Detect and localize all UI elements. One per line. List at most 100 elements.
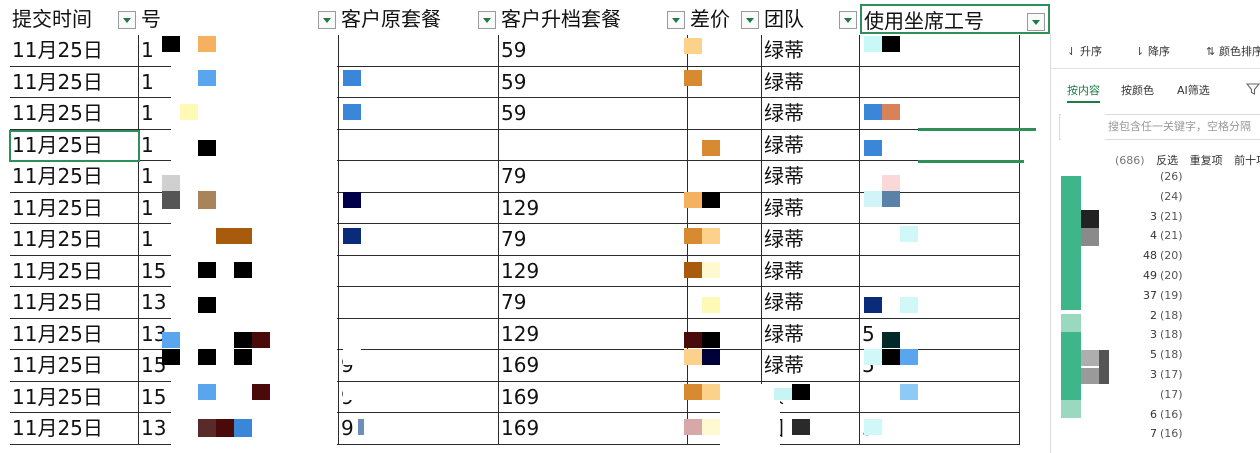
cell-team[interactable]: 绿蒂 [762, 98, 860, 130]
header-team[interactable]: 团队 [762, 4, 860, 34]
cell-upgrade-plan[interactable]: 79 [499, 161, 688, 193]
cell-upgrade-plan[interactable]: 59 [499, 66, 688, 98]
cell-submit-date[interactable]: 11月25日 [10, 318, 139, 350]
cell-original-plan[interactable] [339, 192, 499, 224]
cell-seat-id[interactable] [860, 255, 1020, 287]
cell-upgrade-plan[interactable]: 129 [499, 255, 688, 287]
tab-by-color[interactable]: 按颜色 [1121, 82, 1154, 98]
cell-upgrade-plan[interactable]: 59 [499, 35, 688, 67]
cell-submit-date[interactable]: 11月25日 [10, 35, 139, 67]
total-count: (686) [1115, 154, 1145, 167]
cell-price-difference[interactable] [688, 129, 762, 161]
value-label: 3 [1150, 328, 1157, 342]
cell-original-plan[interactable] [339, 255, 499, 287]
cell-upgrade-plan[interactable]: 79 [499, 287, 688, 319]
funnel-icon[interactable] [1246, 82, 1260, 96]
cell-team[interactable]: 绿蒂 [762, 224, 860, 256]
filter-value-item[interactable]: (26) [1141, 170, 1183, 183]
sort-descending-button[interactable]: ⇂ 降序 [1135, 43, 1170, 59]
cell-team[interactable]: 绿蒂 [762, 287, 860, 319]
cell-submit-date[interactable]: 11月25日 [10, 161, 139, 193]
cell-original-plan[interactable] [339, 129, 499, 161]
cell-upgrade-plan[interactable]: 129 [499, 192, 688, 224]
spreadsheet-grid[interactable]: 提交时间 号 客户原套餐 客户升档套餐 差价 团队 使用坐席工号 团队 11月2… [0, 0, 1050, 453]
cell-team[interactable]: 绿蒂 [762, 192, 860, 224]
cell-upgrade-plan[interactable]: 79 [499, 224, 688, 256]
invert-selection-button[interactable]: 反选 [1156, 154, 1178, 167]
cell-original-plan[interactable]: 9 [339, 350, 499, 382]
header-original-plan[interactable]: 客户原套餐 [339, 4, 499, 34]
filter-dropdown-icon[interactable] [741, 11, 759, 29]
tab-ai-filter[interactable]: AI筛选 [1177, 82, 1210, 98]
cell-original-plan[interactable] [339, 224, 499, 256]
cell-submit-date[interactable]: 11月25日 [10, 224, 139, 256]
filter-dropdown-icon[interactable] [118, 11, 136, 29]
cell-seat-id[interactable]: 5 [860, 413, 1020, 445]
cell-upgrade-plan[interactable]: 59 [499, 98, 688, 130]
filter-dropdown-icon[interactable] [667, 11, 685, 29]
redaction-block [864, 104, 882, 120]
cell-team[interactable]: 绿蒂 [762, 66, 860, 98]
cell-team[interactable]: 绿蒂 [762, 129, 860, 161]
cell-submit-date[interactable]: 11月25日 [10, 98, 139, 130]
cell-original-plan[interactable]: 9 [339, 381, 499, 413]
cell-original-plan[interactable] [339, 35, 499, 67]
cell-seat-id[interactable] [860, 66, 1020, 98]
filter-value-item[interactable]: 49 (20) [1141, 269, 1183, 282]
header-upgrade-plan[interactable]: 客户升档套餐 [499, 4, 688, 34]
sort-ascending-button[interactable]: ⇃ 升序 [1067, 43, 1102, 59]
cell-submit-date[interactable]: 11月25日 [10, 287, 139, 319]
header-phone[interactable]: 号 [139, 4, 339, 34]
cell-submit-date[interactable]: 11月25日 [10, 66, 139, 98]
cell-original-plan[interactable] [339, 287, 499, 319]
cell-seat-id[interactable] [860, 381, 1020, 413]
cell-submit-date[interactable]: 11月25日 [10, 192, 139, 224]
cell-submit-date[interactable]: 11月25日 [10, 413, 139, 445]
cell-team[interactable]: 绿蒂 [762, 161, 860, 193]
filter-value-item[interactable]: 3 (18) [1141, 328, 1183, 341]
cell-original-plan[interactable] [339, 66, 499, 98]
filter-value-item[interactable]: 6 (16) [1141, 408, 1183, 421]
cell-team[interactable]: 绿蒂 [762, 255, 860, 287]
cell-upgrade-plan[interactable]: 129 [499, 318, 688, 350]
cell-submit-date[interactable]: 11月25日 [10, 350, 139, 382]
filter-value-item[interactable]: 7 (16) [1141, 427, 1183, 440]
cell-team[interactable]: 绿蒂 [762, 35, 860, 67]
filter-value-item[interactable]: (24) [1141, 190, 1183, 203]
cell-original-plan[interactable] [339, 161, 499, 193]
filter-dropdown-icon[interactable] [1027, 13, 1045, 31]
cell-upgrade-plan[interactable]: 169 [499, 381, 688, 413]
filter-value-item[interactable]: 37 (19) [1141, 289, 1183, 302]
cell-price-difference[interactable] [688, 98, 762, 130]
filter-dropdown-icon[interactable] [839, 11, 857, 29]
cell-submit-date[interactable]: 11月25日 [10, 255, 139, 287]
cell-seat-id[interactable] [860, 287, 1020, 319]
filter-value-item[interactable]: 3 (17) [1141, 368, 1183, 381]
filter-value-item[interactable]: 5 (18) [1141, 348, 1183, 361]
header-price-difference[interactable]: 差价 [688, 4, 762, 34]
cell-submit-date[interactable]: 11月25日 [10, 381, 139, 413]
cell-upgrade-plan[interactable]: 169 [499, 350, 688, 382]
cell-price-difference[interactable] [688, 161, 762, 193]
filter-value-item[interactable]: (17) [1141, 388, 1183, 401]
top-ten-button[interactable]: 前十项 [1234, 154, 1260, 167]
cell-original-plan[interactable] [339, 98, 499, 130]
filter-value-item[interactable]: 3 (21) [1141, 210, 1183, 223]
filter-value-item[interactable]: 48 (20) [1141, 249, 1183, 262]
duplicates-button[interactable]: 重复项 [1190, 154, 1223, 167]
cell-upgrade-plan[interactable]: 169 [499, 413, 688, 445]
cell-team[interactable]: 绿蒂 [762, 350, 860, 382]
filter-dropdown-icon[interactable] [478, 11, 496, 29]
tab-by-content[interactable]: 按内容 [1067, 82, 1100, 103]
filter-dropdown-icon[interactable] [318, 11, 336, 29]
filter-value-item[interactable]: 2 (18) [1141, 309, 1183, 322]
cell-price-difference[interactable] [688, 287, 762, 319]
cell-seat-id[interactable] [860, 224, 1020, 256]
cell-original-plan[interactable] [339, 318, 499, 350]
header-submit-time[interactable]: 提交时间 [10, 4, 139, 34]
cell-seat-id[interactable] [860, 129, 1020, 161]
sort-by-color-button[interactable]: ⇅ 颜色排序 [1206, 43, 1260, 59]
filter-value-item[interactable]: 4 (21) [1141, 229, 1183, 242]
cell-team[interactable]: 绿蒂 [762, 318, 860, 350]
header-seat-id[interactable]: 使用坐席工号 [860, 4, 1050, 34]
